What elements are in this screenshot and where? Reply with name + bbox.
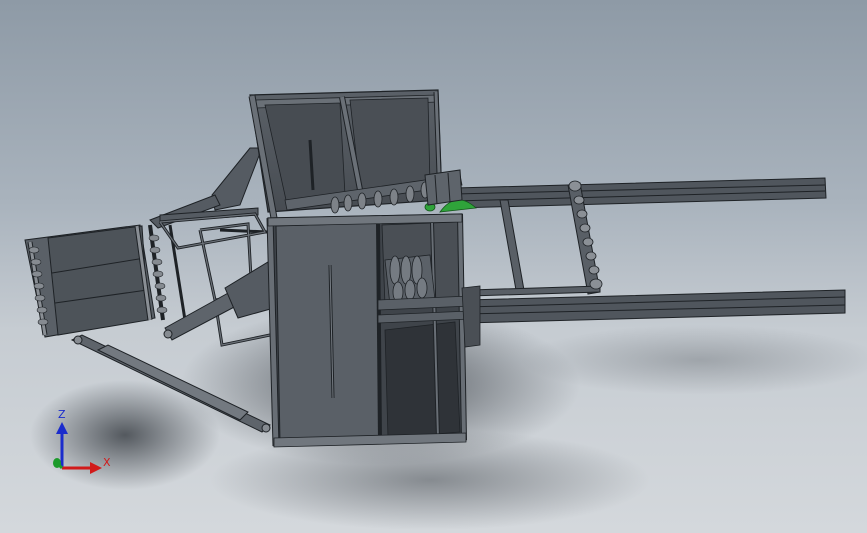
x-axis-label: X (103, 456, 111, 469)
graphics-viewport[interactable]: Z X (0, 0, 867, 533)
y-axis-arrow-icon (53, 458, 61, 468)
z-axis-arrow-icon (56, 422, 68, 434)
view-triad[interactable]: Z X (40, 408, 120, 480)
x-axis-arrow-icon (90, 462, 102, 474)
triad-axes-icon (53, 422, 102, 474)
main-lower-box (266, 213, 467, 448)
z-axis-label: Z (58, 408, 66, 421)
model-3d-view[interactable] (0, 0, 867, 533)
upper-right-bracket (424, 169, 463, 206)
